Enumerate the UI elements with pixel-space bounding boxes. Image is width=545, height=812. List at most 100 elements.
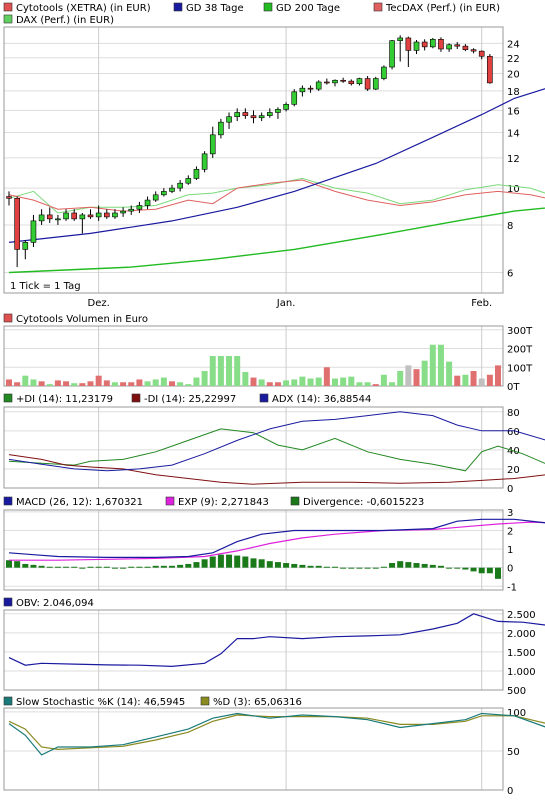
volume-bar: [6, 379, 12, 386]
candle: [487, 55, 493, 84]
candle: [128, 208, 135, 212]
divergence-bar: [234, 555, 241, 568]
candle: [250, 115, 257, 119]
divergence-bar: [372, 567, 379, 569]
y-tick-label: 24: [507, 39, 520, 50]
candle: [356, 78, 363, 85]
volume-bar: [258, 379, 265, 386]
candle: [462, 45, 469, 50]
divergence-bar: [470, 567, 477, 572]
panel-frame: [3, 26, 504, 294]
gd38-line: [8, 88, 545, 243]
volume-bar: [87, 381, 94, 386]
candle: [291, 91, 298, 105]
stoch-k-line: [8, 712, 545, 756]
legend-label: ADX (14): 36,88544: [272, 394, 371, 405]
y-tick-label: 0: [507, 564, 513, 575]
y-tick-label: 500: [507, 686, 526, 697]
y-tick-label: 16: [507, 106, 520, 117]
volume-bar: [397, 371, 404, 386]
volume-bar: [364, 382, 371, 386]
y-tick-label: 0T: [507, 382, 520, 393]
divergence-bar: [356, 567, 363, 569]
legend-label: Cytotools (XETRA) (in EUR): [16, 3, 151, 14]
y-tick-label: 200T: [507, 345, 533, 356]
divergence-bar: [226, 554, 233, 568]
volume-bar: [242, 371, 249, 386]
legend-label: GD 200 Tage: [276, 3, 340, 14]
volume-bar: [478, 378, 485, 386]
divergence-bar: [103, 566, 110, 568]
y-tick-label: 0: [507, 786, 513, 797]
volume-bar: [413, 369, 420, 386]
divergence-bar: [421, 563, 428, 568]
legend-label: -DI (14): 25,22997: [144, 394, 236, 405]
volume-bar: [30, 379, 37, 386]
candle: [14, 197, 20, 250]
macd-line: [8, 518, 545, 558]
legend-label: Cytotools Volumen in Euro: [16, 314, 148, 325]
divergence-bar: [291, 563, 298, 568]
volume-bar: [250, 377, 257, 386]
legend-label: TecDAX (Perf.) (in EUR): [385, 3, 500, 14]
legend-swatch: [131, 393, 141, 403]
divergence-bar: [111, 567, 118, 569]
y-tick-label: 0: [507, 484, 513, 495]
divergence-bar: [185, 563, 192, 568]
divergence-bar: [30, 564, 37, 568]
divergence-bar: [6, 560, 12, 568]
divergence-bar: [437, 565, 444, 568]
legend-swatch: [3, 313, 13, 323]
volume-bar: [120, 382, 127, 386]
legend-swatch: [200, 696, 210, 706]
divergence-bar: [446, 567, 453, 569]
y-tick-label: 8: [507, 221, 513, 232]
obv-line: [8, 613, 545, 668]
volume-bar: [95, 375, 102, 386]
y-tick-label: 80: [507, 408, 520, 419]
legend-label: EXP (9): 2,271843: [178, 497, 269, 508]
y-tick-label: 100T: [507, 363, 533, 374]
panel-frame: [3, 509, 504, 591]
divergence-bar: [323, 566, 330, 568]
divergence-bar: [128, 566, 135, 568]
candle: [71, 212, 77, 220]
volume-bar: [46, 384, 53, 386]
divergence-bar: [274, 562, 281, 568]
y-tick-label: 300T: [507, 326, 533, 337]
volume-bar: [372, 384, 379, 386]
volume-bar: [405, 365, 412, 386]
divergence-bar: [315, 565, 322, 568]
legend-label: OBV: 2.046,094: [16, 598, 94, 609]
volume-bar: [429, 344, 436, 386]
panel-frame: [3, 707, 504, 791]
candle: [283, 104, 289, 110]
y-tick-label: 3: [507, 508, 513, 519]
divergence-bar: [177, 564, 184, 568]
y-tick-label: 6: [507, 268, 513, 279]
volume-bar: [226, 356, 233, 386]
divergence-bar: [429, 564, 436, 568]
volume-bar: [437, 344, 444, 386]
candle: [324, 81, 330, 84]
volume-bar: [22, 375, 29, 386]
divergence-bar: [462, 567, 469, 570]
legend-swatch: [3, 597, 13, 607]
divergence-bar: [389, 563, 396, 568]
candle: [144, 199, 151, 206]
y-tick-label: 12: [507, 154, 520, 165]
candle: [348, 80, 355, 85]
volume-bar: [299, 376, 306, 386]
candle: [340, 79, 346, 82]
volume-bar: [389, 382, 396, 386]
volume-bar: [71, 383, 78, 386]
candle: [185, 178, 192, 184]
divergence-bar: [242, 556, 249, 568]
candle: [161, 191, 167, 196]
legend-swatch: [290, 496, 300, 506]
volume-bar: [495, 365, 501, 386]
candle: [226, 116, 232, 123]
volume-bar: [486, 374, 493, 386]
y-tick-label: -1: [507, 582, 517, 593]
candle: [307, 87, 314, 90]
